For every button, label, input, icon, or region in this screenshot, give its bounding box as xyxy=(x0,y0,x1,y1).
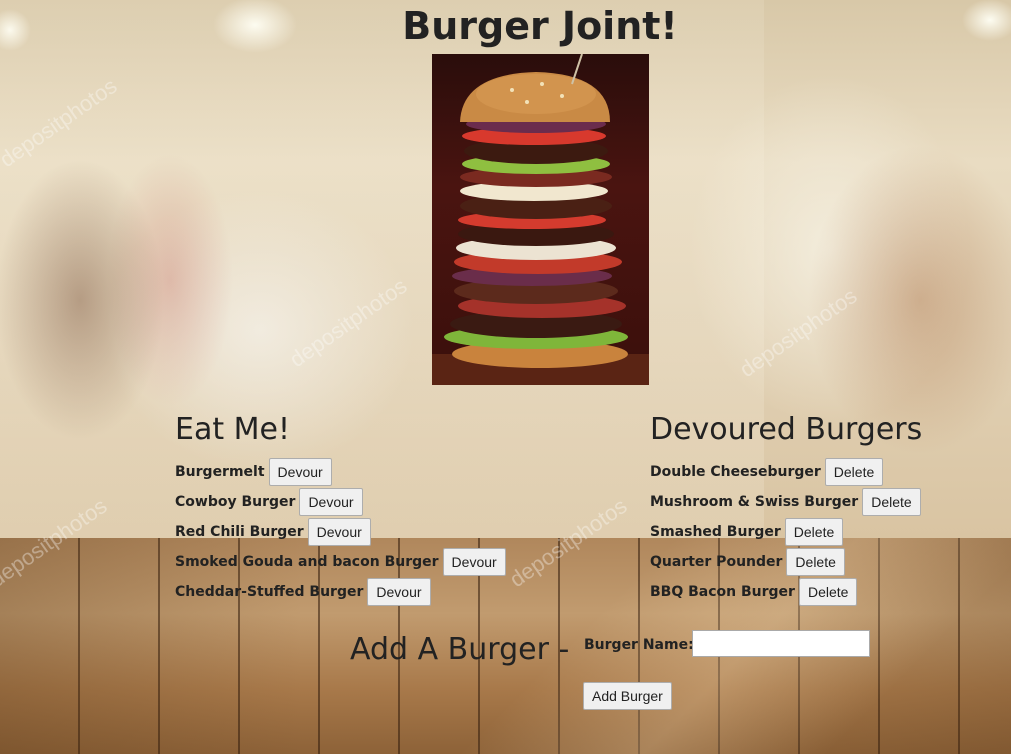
burger-name: Double Cheeseburger xyxy=(650,464,821,480)
devour-button[interactable]: Devour xyxy=(268,458,332,486)
burger-hero-image xyxy=(432,54,649,385)
devoured-heading: Devoured Burgers xyxy=(650,412,923,447)
burger-name: Smoked Gouda and bacon Burger xyxy=(175,554,439,570)
burger-list-item: Mushroom & Swiss Burger Delete xyxy=(650,487,921,517)
burger-name: Red Chili Burger xyxy=(175,524,304,540)
devour-button[interactable]: Devour xyxy=(307,518,371,546)
burger-name: Quarter Pounder xyxy=(650,554,783,570)
burger-list-item: Red Chili Burger Devour xyxy=(175,517,506,547)
delete-button[interactable]: Delete xyxy=(824,458,884,486)
devoured-burger-list: Double Cheeseburger Delete Mushroom & Sw… xyxy=(650,457,921,607)
uneaten-burger-list: Burgermelt Devour Cowboy Burger Devour R… xyxy=(175,457,506,607)
delete-button[interactable]: Delete xyxy=(862,488,921,516)
burger-name: BBQ Bacon Burger xyxy=(650,584,795,600)
burger-name: Smashed Burger xyxy=(650,524,781,540)
devour-button[interactable]: Devour xyxy=(299,488,363,516)
burger-name: Cheddar-Stuffed Burger xyxy=(175,584,364,600)
burger-list-item: Cowboy Burger Devour xyxy=(175,487,506,517)
add-burger-button[interactable]: Add Burger xyxy=(583,682,672,710)
burger-name-input[interactable] xyxy=(692,630,870,657)
delete-button[interactable]: Delete xyxy=(798,578,858,606)
burger-list-item: BBQ Bacon Burger Delete xyxy=(650,577,921,607)
burger-name: Mushroom & Swiss Burger xyxy=(650,494,859,510)
burger-name: Cowboy Burger xyxy=(175,494,296,510)
burger-list-item: Smoked Gouda and bacon Burger Devour xyxy=(175,547,506,577)
burger-list-item: Burgermelt Devour xyxy=(175,457,506,487)
burger-list-item: Double Cheeseburger Delete xyxy=(650,457,921,487)
devour-button[interactable]: Devour xyxy=(367,578,431,606)
burger-name: Burgermelt xyxy=(175,464,265,480)
burger-list-item: Smashed Burger Delete xyxy=(650,517,921,547)
burger-list-item: Cheddar-Stuffed Burger Devour xyxy=(175,577,506,607)
delete-button[interactable]: Delete xyxy=(786,548,845,576)
devour-button[interactable]: Devour xyxy=(442,548,506,576)
uneaten-heading: Eat Me! xyxy=(175,412,291,447)
burger-illustration xyxy=(432,54,649,385)
page: depositphotos depositphotos depositphoto… xyxy=(0,0,1011,754)
burger-name-label: Burger Name: xyxy=(584,637,694,653)
delete-button[interactable]: Delete xyxy=(784,518,844,546)
burger-list-item: Quarter Pounder Delete xyxy=(650,547,921,577)
page-title: Burger Joint! xyxy=(402,4,678,48)
add-burger-heading: Add A Burger - xyxy=(350,632,570,667)
